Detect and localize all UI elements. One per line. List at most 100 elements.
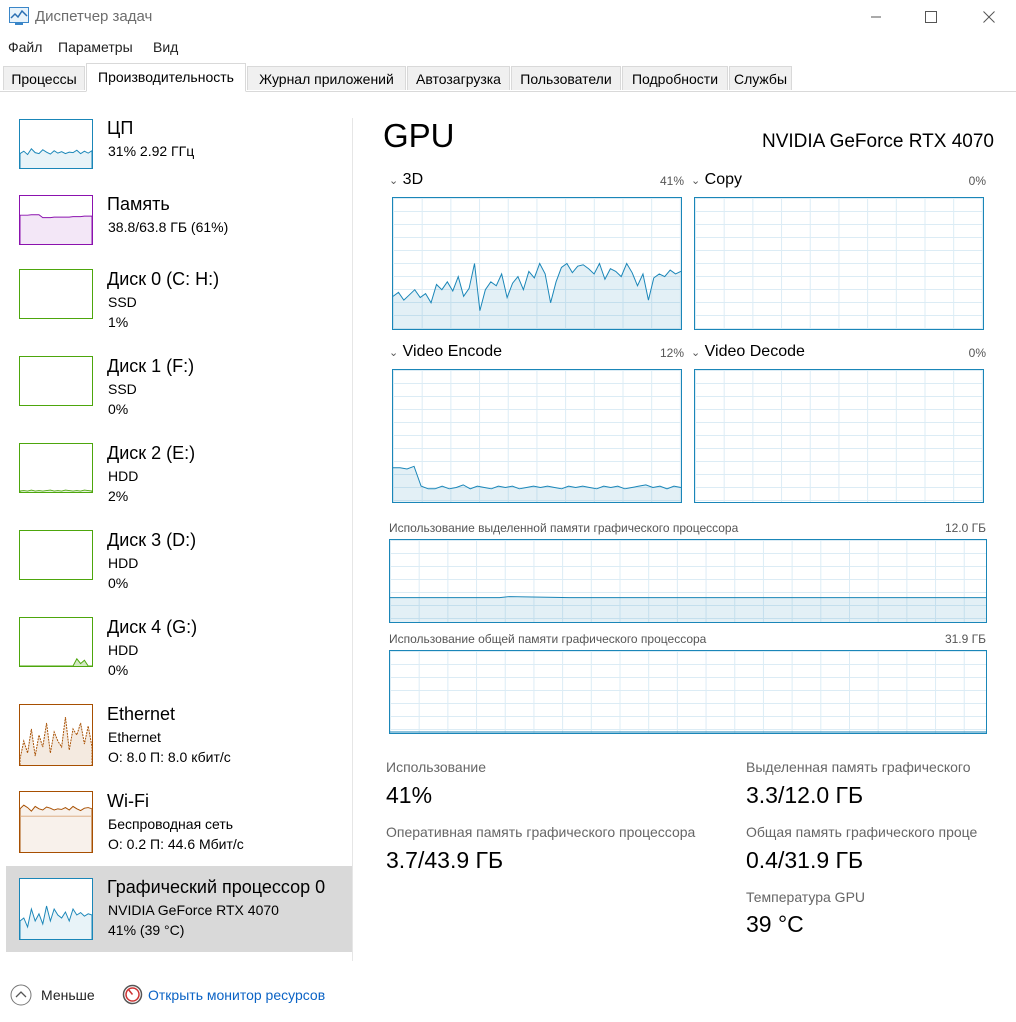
fewer-details-button[interactable]: Меньше (10, 984, 95, 1006)
sidebar-item-detail: 41% (39 °C) (108, 922, 185, 938)
page-title: GPU (383, 117, 455, 154)
engine-copy-selector[interactable]: ⌄ Copy (691, 171, 742, 189)
disk3-thumbnail-graph (19, 530, 93, 580)
minimize-button[interactable] (853, 0, 899, 34)
wifi-thumbnail-graph (19, 791, 93, 853)
sidebar-item-gpu0[interactable]: Графический процессор 0 NVIDIA GeForce R… (6, 866, 352, 952)
sidebar-item-title: Диск 2 (E:) (107, 443, 196, 463)
engine-video-decode-selector[interactable]: ⌄ Video Decode (691, 343, 805, 361)
engine-3d-graph (392, 197, 682, 330)
engine-video-encode-selector[interactable]: ⌄ Video Encode (389, 343, 502, 361)
sidebar-item-title: Диск 3 (D:) (107, 530, 197, 550)
shared-memory-label: Использование общей памяти графического … (389, 632, 707, 646)
memory-thumbnail-graph (19, 195, 93, 245)
sidebar-item-disk1[interactable]: Диск 1 (F:) SSD 0% (6, 353, 352, 433)
sidebar-item-title: Диск 0 (C: H:) (107, 269, 220, 289)
shared-memory-max: 31.9 ГБ (944, 632, 986, 646)
sidebar-item-cpu[interactable]: ЦП 31% 2.92 ГГц (6, 116, 352, 184)
tab-details[interactable]: Подробности (622, 66, 728, 90)
stat-usage-label: Использование (386, 759, 487, 775)
menu-file[interactable]: Файл (8, 39, 42, 55)
gpu-thumbnail-graph (19, 878, 93, 940)
disk1-thumbnail-graph (19, 356, 93, 406)
sidebar-item-title: Ethernet (107, 704, 176, 724)
engine-video-encode-graph (392, 369, 682, 503)
sidebar-item-detail: 0% (108, 575, 129, 591)
tab-services[interactable]: Службы (729, 66, 792, 90)
close-icon (983, 11, 995, 23)
chevron-up-circle-icon (10, 984, 32, 1006)
sidebar-item-type: Беспроводная сеть (108, 816, 234, 832)
chevron-down-icon: ⌄ (389, 347, 399, 359)
stat-dedicated-value: 3.3/12.0 ГБ (746, 782, 864, 808)
sidebar-item-title: Wi-Fi (107, 791, 149, 811)
performance-sidebar: ЦП 31% 2.92 ГГц Память 38.8/63.8 ГБ (61%… (0, 106, 352, 961)
title-bar: Диспетчер задач (0, 0, 1016, 34)
engine-percent: 0% (968, 346, 986, 360)
engine-copy-graph (694, 197, 984, 330)
engine-label: Copy (704, 171, 743, 188)
engine-percent: 41% (659, 174, 684, 188)
sidebar-item-disk3[interactable]: Диск 3 (D:) HDD 0% (6, 527, 352, 607)
sidebar-item-type: HDD (108, 555, 139, 571)
footer: Меньше Открыть монитор ресурсов (0, 976, 1016, 1022)
stat-usage-value: 41% (386, 782, 433, 808)
sidebar-item-disk2[interactable]: Диск 2 (E:) HDD 2% (6, 440, 352, 520)
sidebar-item-title: Память (107, 194, 170, 214)
task-manager-app-icon (9, 7, 29, 25)
sidebar-item-wifi[interactable]: Wi-Fi Беспроводная сеть О: 0.2 П: 44.6 М… (6, 788, 352, 868)
menu-options[interactable]: Параметры (58, 39, 133, 55)
sidebar-item-detail: 2% (108, 488, 129, 504)
engine-label: Video Encode (402, 343, 503, 360)
sidebar-item-type: Ethernet (108, 729, 161, 745)
sidebar-item-detail: О: 8.0 П: 8.0 кбит/с (108, 749, 231, 765)
stat-shared-value: 0.4/31.9 ГБ (746, 847, 864, 873)
stat-gpu-ram-label: Оперативная память графического процессо… (386, 824, 696, 840)
stat-dedicated-label: Выделенная память графического (746, 759, 971, 775)
tab-startup[interactable]: Автозагрузка (407, 66, 510, 90)
sidebar-item-type: NVIDIA GeForce RTX 4070 (108, 902, 279, 918)
window-title: Диспетчер задач (35, 8, 153, 25)
engine-percent: 0% (968, 174, 986, 188)
close-button[interactable] (966, 0, 1012, 34)
sidebar-item-memory[interactable]: Память 38.8/63.8 ГБ (61%) (6, 192, 352, 260)
engine-label: Video Decode (704, 343, 805, 360)
sidebar-item-detail: 38.8/63.8 ГБ (61%) (108, 219, 229, 235)
stat-temperature-value: 39 °C (746, 911, 804, 937)
sidebar-item-type: HDD (108, 642, 139, 658)
sidebar-item-detail: 0% (108, 662, 129, 678)
maximize-icon (925, 11, 937, 23)
gpu-model-name: NVIDIA GeForce RTX 4070 (762, 131, 994, 152)
shared-memory-graph (389, 650, 987, 734)
sidebar-item-detail: 31% 2.92 ГГц (108, 143, 195, 159)
minimize-icon (871, 16, 881, 18)
tab-processes[interactable]: Процессы (3, 66, 85, 90)
sidebar-item-disk4[interactable]: Диск 4 (G:) HDD 0% (6, 614, 352, 694)
tab-app-history[interactable]: Журнал приложений (247, 66, 406, 90)
menu-view[interactable]: Вид (153, 39, 178, 55)
cpu-thumbnail-graph (19, 119, 93, 169)
resource-monitor-label: Открыть монитор ресурсов (148, 986, 326, 1003)
disk4-thumbnail-graph (19, 617, 93, 667)
maximize-button[interactable] (908, 0, 954, 34)
sidebar-item-type: HDD (108, 468, 139, 484)
tab-users[interactable]: Пользователи (511, 66, 621, 90)
stat-shared-label: Общая память графического проце (746, 824, 978, 840)
sidebar-item-title: Диск 1 (F:) (107, 356, 195, 376)
sidebar-item-type: SSD (108, 381, 137, 397)
ethernet-thumbnail-graph (19, 704, 93, 766)
fewer-details-label: Меньше (41, 987, 95, 1003)
sidebar-item-detail: О: 0.2 П: 44.6 Мбит/с (108, 836, 244, 852)
stat-temperature-label: Температура GPU (746, 889, 866, 905)
chevron-down-icon: ⌄ (691, 347, 701, 359)
resource-monitor-icon (122, 984, 143, 1005)
sidebar-item-title: ЦП (107, 118, 134, 138)
disk2-thumbnail-graph (19, 443, 93, 493)
open-resource-monitor-link[interactable]: Открыть монитор ресурсов (122, 984, 325, 1005)
sidebar-item-disk0[interactable]: Диск 0 (C: H:) SSD 1% (6, 266, 352, 346)
stat-gpu-ram-value: 3.7/43.9 ГБ (386, 847, 504, 873)
sidebar-item-ethernet[interactable]: Ethernet Ethernet О: 8.0 П: 8.0 кбит/с (6, 701, 352, 781)
engine-label: 3D (402, 171, 424, 188)
engine-3d-selector[interactable]: ⌄ 3D (389, 171, 423, 189)
tab-performance[interactable]: Производительность (86, 63, 246, 92)
